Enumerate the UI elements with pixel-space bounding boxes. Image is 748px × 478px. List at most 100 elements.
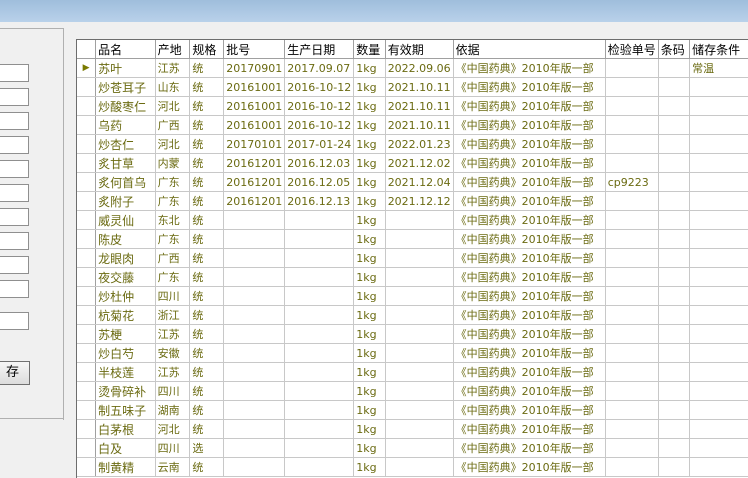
table-cell[interactable] (605, 438, 659, 458)
table-cell[interactable]: 2016.12.03 (284, 153, 355, 173)
table-row[interactable]: 炒杜仲 四川统 1kg 《中国药典》2010年版一部 (77, 286, 748, 306)
table-cell[interactable] (689, 77, 748, 97)
table-cell[interactable] (658, 134, 691, 154)
table-cell[interactable]: 四川 (155, 438, 191, 458)
table-row[interactable]: 烫骨碎补 四川统 1kg 《中国药典》2010年版一部 (77, 381, 748, 401)
table-cell[interactable]: 安徽 (155, 343, 191, 363)
table-cell[interactable]: 20170101 (223, 134, 286, 154)
table-cell[interactable]: 1kg (353, 457, 386, 477)
table-cell[interactable] (689, 115, 748, 135)
table-cell[interactable] (385, 248, 454, 268)
table-cell[interactable] (385, 267, 454, 287)
table-cell[interactable] (223, 248, 286, 268)
table-cell[interactable]: 统 (189, 134, 225, 154)
column-header[interactable]: 生产日期 (284, 40, 355, 59)
table-row[interactable]: 炒杏仁 河北统 20170101 2017-01-24 1kg 2022.01.23 《中国… (77, 134, 748, 154)
table-cell[interactable]: 2021.12.04 (385, 172, 454, 192)
row-selector[interactable] (77, 362, 97, 382)
table-cell[interactable] (658, 229, 691, 249)
table-cell[interactable] (689, 400, 748, 420)
table-cell[interactable]: 龙眼肉 (95, 248, 156, 268)
table-cell[interactable]: 苏梗 (95, 324, 156, 344)
table-cell[interactable] (605, 153, 659, 173)
table-cell[interactable] (284, 248, 355, 268)
table-cell[interactable]: 1kg (353, 438, 386, 458)
table-cell[interactable]: 1kg (353, 343, 386, 363)
table-row[interactable]: 制五味子 湖南统 1kg 《中国药典》2010年版一部 (77, 400, 748, 420)
table-cell[interactable]: 20161201 (223, 191, 286, 211)
table-cell[interactable] (385, 343, 454, 363)
row-selector[interactable] (77, 267, 97, 287)
table-cell[interactable]: 《中国药典》2010年版一部 (453, 210, 606, 230)
column-header[interactable]: 规格 (189, 40, 225, 59)
column-header[interactable]: 有效期 (385, 40, 454, 59)
table-cell[interactable]: cp9223 (605, 172, 659, 192)
table-cell[interactable]: 四川 (155, 286, 191, 306)
table-cell[interactable] (284, 210, 355, 230)
table-cell[interactable]: 1kg (353, 286, 386, 306)
table-cell[interactable] (223, 229, 286, 249)
table-row[interactable]: 制黄精 云南统 1kg 《中国药典》2010年版一部 (77, 457, 748, 477)
table-cell[interactable]: 杭菊花 (95, 305, 156, 325)
row-selector[interactable] (77, 343, 97, 363)
table-cell[interactable]: 湖南 (155, 400, 191, 420)
table-cell[interactable]: 统 (189, 343, 225, 363)
row-selector[interactable] (77, 77, 97, 97)
table-cell[interactable]: 《中国药典》2010年版一部 (453, 457, 606, 477)
table-cell[interactable]: 1kg (353, 267, 386, 287)
table-cell[interactable] (605, 457, 659, 477)
table-cell[interactable]: 《中国药典》2010年版一部 (453, 381, 606, 401)
table-cell[interactable]: 1kg (353, 115, 386, 135)
table-cell[interactable] (658, 191, 691, 211)
table-row[interactable]: 炙何首乌 广东统 20161201 2016.12.05 1kg 2021.12.04 《中… (77, 172, 748, 192)
table-cell[interactable]: 统 (189, 324, 225, 344)
table-cell[interactable] (658, 324, 691, 344)
table-cell[interactable]: 2016-10-12 (284, 77, 355, 97)
row-selector[interactable] (77, 248, 97, 268)
table-cell[interactable]: 河北 (155, 96, 191, 116)
table-cell[interactable]: 统 (189, 457, 225, 477)
table-cell[interactable]: 统 (189, 267, 225, 287)
table-cell[interactable] (284, 400, 355, 420)
form-field[interactable] (0, 112, 29, 130)
form-field[interactable] (0, 208, 29, 226)
table-cell[interactable] (689, 267, 748, 287)
table-cell[interactable]: 1kg (353, 419, 386, 439)
table-cell[interactable]: 1kg (353, 381, 386, 401)
table-cell[interactable] (223, 400, 286, 420)
table-cell[interactable]: 陈皮 (95, 229, 156, 249)
table-cell[interactable]: 2016-10-12 (284, 115, 355, 135)
table-cell[interactable]: 统 (189, 305, 225, 325)
table-cell[interactable]: 1kg (353, 77, 386, 97)
table-cell[interactable]: 四川 (155, 381, 191, 401)
table-cell[interactable]: 2021.10.11 (385, 115, 454, 135)
table-cell[interactable]: 苏叶 (95, 58, 156, 78)
table-cell[interactable]: 选 (189, 438, 225, 458)
table-cell[interactable]: 江苏 (155, 58, 191, 78)
table-row[interactable]: 威灵仙 东北统 1kg 《中国药典》2010年版一部 (77, 210, 748, 230)
table-cell[interactable] (658, 457, 691, 477)
table-cell[interactable] (223, 305, 286, 325)
table-cell[interactable]: 20161001 (223, 77, 286, 97)
table-cell[interactable] (385, 362, 454, 382)
row-selector[interactable] (77, 400, 97, 420)
table-cell[interactable]: 统 (189, 210, 225, 230)
table-cell[interactable]: 炒杏仁 (95, 134, 156, 154)
table-cell[interactable]: 统 (189, 248, 225, 268)
row-selector[interactable] (77, 210, 97, 230)
table-cell[interactable] (605, 248, 659, 268)
table-cell[interactable]: 《中国药典》2010年版一部 (453, 400, 606, 420)
table-cell[interactable]: 《中国药典》2010年版一部 (453, 267, 606, 287)
table-cell[interactable] (658, 153, 691, 173)
table-cell[interactable] (658, 267, 691, 287)
table-cell[interactable] (385, 400, 454, 420)
table-cell[interactable] (284, 362, 355, 382)
table-cell[interactable]: 《中国药典》2010年版一部 (453, 343, 606, 363)
table-cell[interactable]: 广西 (155, 248, 191, 268)
table-cell[interactable] (284, 229, 355, 249)
table-cell[interactable]: 广西 (155, 115, 191, 135)
table-cell[interactable]: 20161001 (223, 115, 286, 135)
table-cell[interactable]: 常温 (689, 58, 748, 78)
table-cell[interactable]: 1kg (353, 58, 386, 78)
table-cell[interactable] (689, 324, 748, 344)
